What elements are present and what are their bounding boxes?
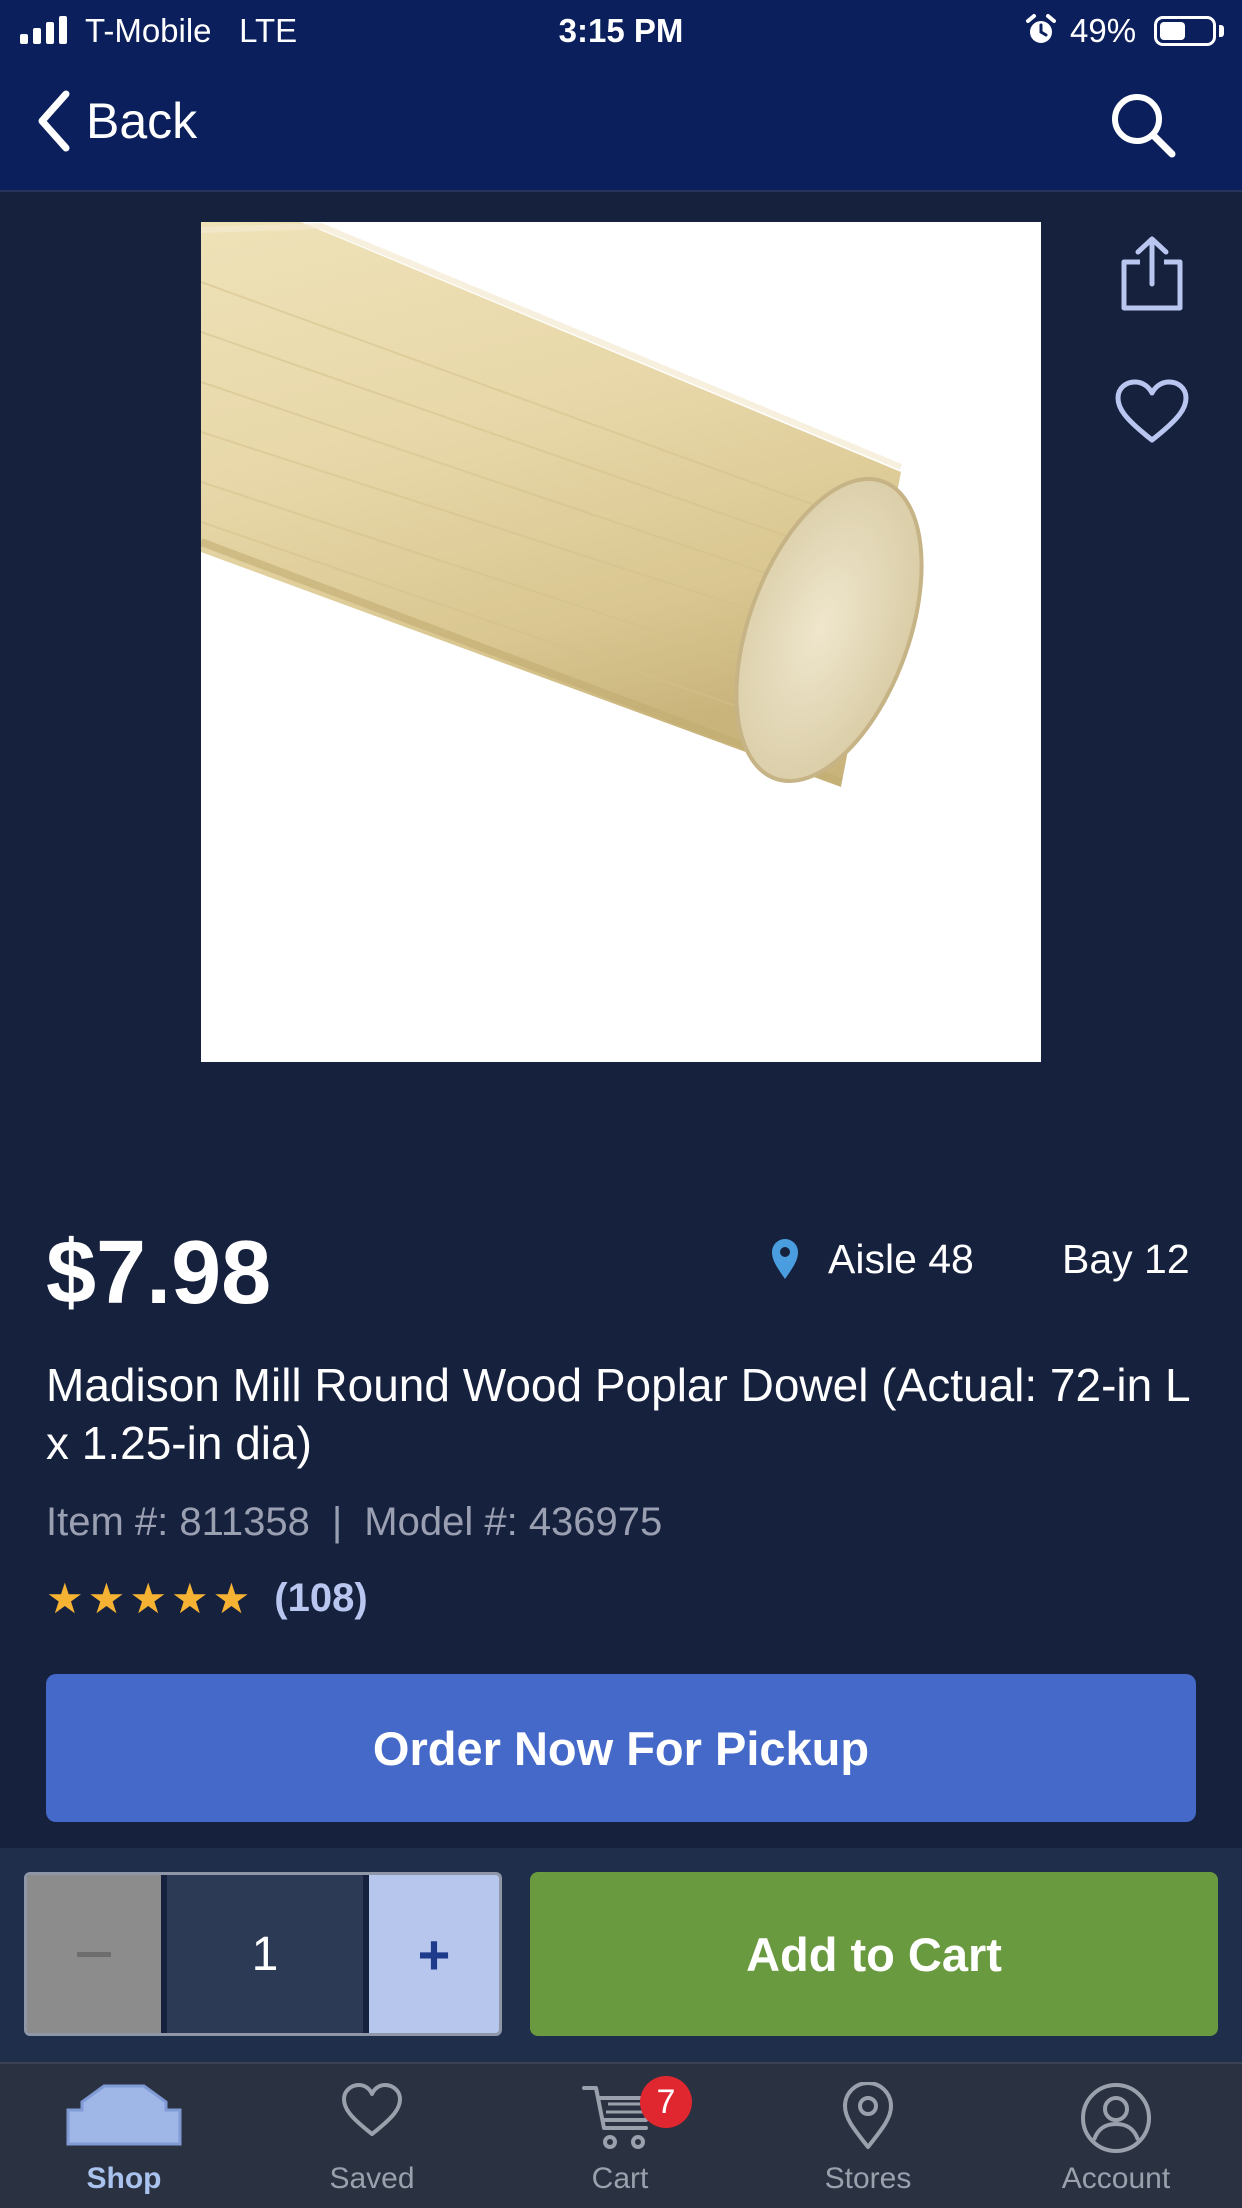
increase-quantity-button[interactable]: + [369,1875,499,2033]
search-icon[interactable] [1108,90,1178,160]
quantity-value[interactable]: 1 [161,1875,369,2033]
aisle-location: Aisle 48 [828,1236,974,1282]
order-pickup-button[interactable]: Order Now For Pickup [46,1674,1196,1822]
product-price: $7.98 [46,1223,272,1323]
star-icon: ★ [87,1574,126,1622]
model-number: Model #: 436975 [364,1500,663,1544]
tab-cart[interactable]: Cart [496,2064,744,2208]
star-icon: ★ [129,1574,167,1622]
cart-count-badge: 7 [640,2076,692,2128]
wood-dowel-image [201,222,924,787]
tab-label: Saved [329,2162,415,2195]
add-to-cart-button[interactable]: Add to Cart [530,1872,1218,2036]
heart-icon[interactable] [1114,378,1190,446]
battery-percent: 49% [1070,12,1137,49]
tab-saved[interactable]: Saved [248,2064,496,2208]
tab-label: Account [1061,2162,1171,2195]
battery-icon [1154,16,1216,46]
heart-icon [342,2083,402,2136]
status-bar: T-Mobile LTE 3:15 PM 49% [0,0,1242,62]
tab-label: Stores [824,2162,912,2195]
battery-tip [1219,25,1224,37]
tab-label: Shop [86,2162,162,2195]
tab-stores[interactable]: Stores [744,2064,992,2208]
product-image[interactable] [201,222,1041,1062]
rating-row[interactable]: ★ ★ ★ ★ ★ (108) [46,1576,368,1621]
alarm-icon [1026,14,1056,43]
decrease-quantity-button[interactable] [27,1875,161,2033]
battery-level [1160,22,1185,40]
back-label: Back [86,93,198,149]
tab-label: Cart [591,2162,649,2195]
location-pin-icon [772,1239,798,1279]
share-icon[interactable] [1118,236,1186,312]
tab-bar: Shop Saved Cart Stores Account 7 [0,2062,1242,2208]
review-count[interactable]: (108) [274,1576,367,1621]
minus-icon [77,1951,111,1957]
back-button[interactable]: Back [36,90,197,152]
product-identifiers: Item #: 811358 | Model #: 436975 [46,1500,662,1545]
person-icon [1081,2083,1151,2153]
star-icon: ★ [170,1574,209,1622]
star-icon: ★ [212,1574,251,1622]
product-title: Madison Mill Round Wood Poplar Dowel (Ac… [46,1359,1189,1469]
house-icon [66,2084,182,2146]
top-bar: T-Mobile LTE 3:15 PM 49% Back [0,0,1242,192]
cart-bar: 1 + Add to Cart [0,1848,1242,2062]
chevron-left-icon [38,90,70,152]
star-icon: ★ [46,1574,84,1622]
quantity-stepper: 1 + [24,1872,502,2036]
tab-shop[interactable]: Shop [0,2064,248,2208]
tab-account[interactable]: Account [992,2064,1240,2208]
item-number: Item #: 811358 [46,1500,310,1544]
location-pin-icon [843,2082,893,2149]
meta-separator: | [331,1500,343,1544]
bay-location: Bay 12 [1062,1236,1190,1282]
